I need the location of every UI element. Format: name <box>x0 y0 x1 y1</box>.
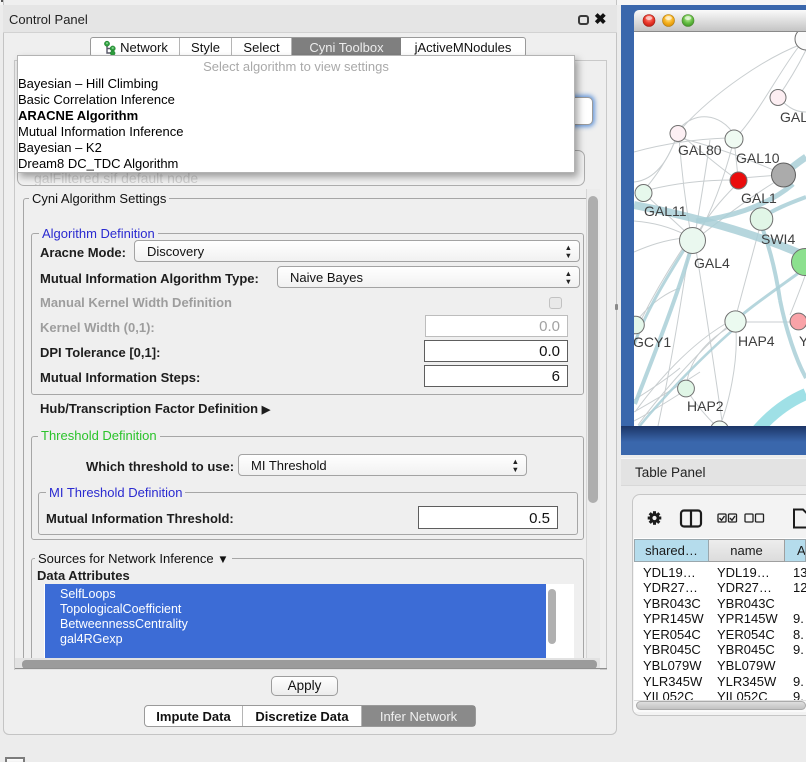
svg-text:SWI4: SWI4 <box>761 231 795 247</box>
svg-text:GCY1: GCY1 <box>634 334 671 350</box>
svg-text:HAP4: HAP4 <box>738 333 775 349</box>
svg-text:GAL10: GAL10 <box>736 150 780 166</box>
svg-text:HAP2: HAP2 <box>687 398 724 414</box>
svg-text:GAL7: GAL7 <box>780 109 806 125</box>
svg-text:GAL80: GAL80 <box>678 142 722 158</box>
svg-text:GAL1: GAL1 <box>741 190 777 206</box>
svg-text:GAL11: GAL11 <box>644 203 687 219</box>
svg-text:GAL4: GAL4 <box>694 255 730 271</box>
svg-text:YJ: YJ <box>799 333 806 349</box>
